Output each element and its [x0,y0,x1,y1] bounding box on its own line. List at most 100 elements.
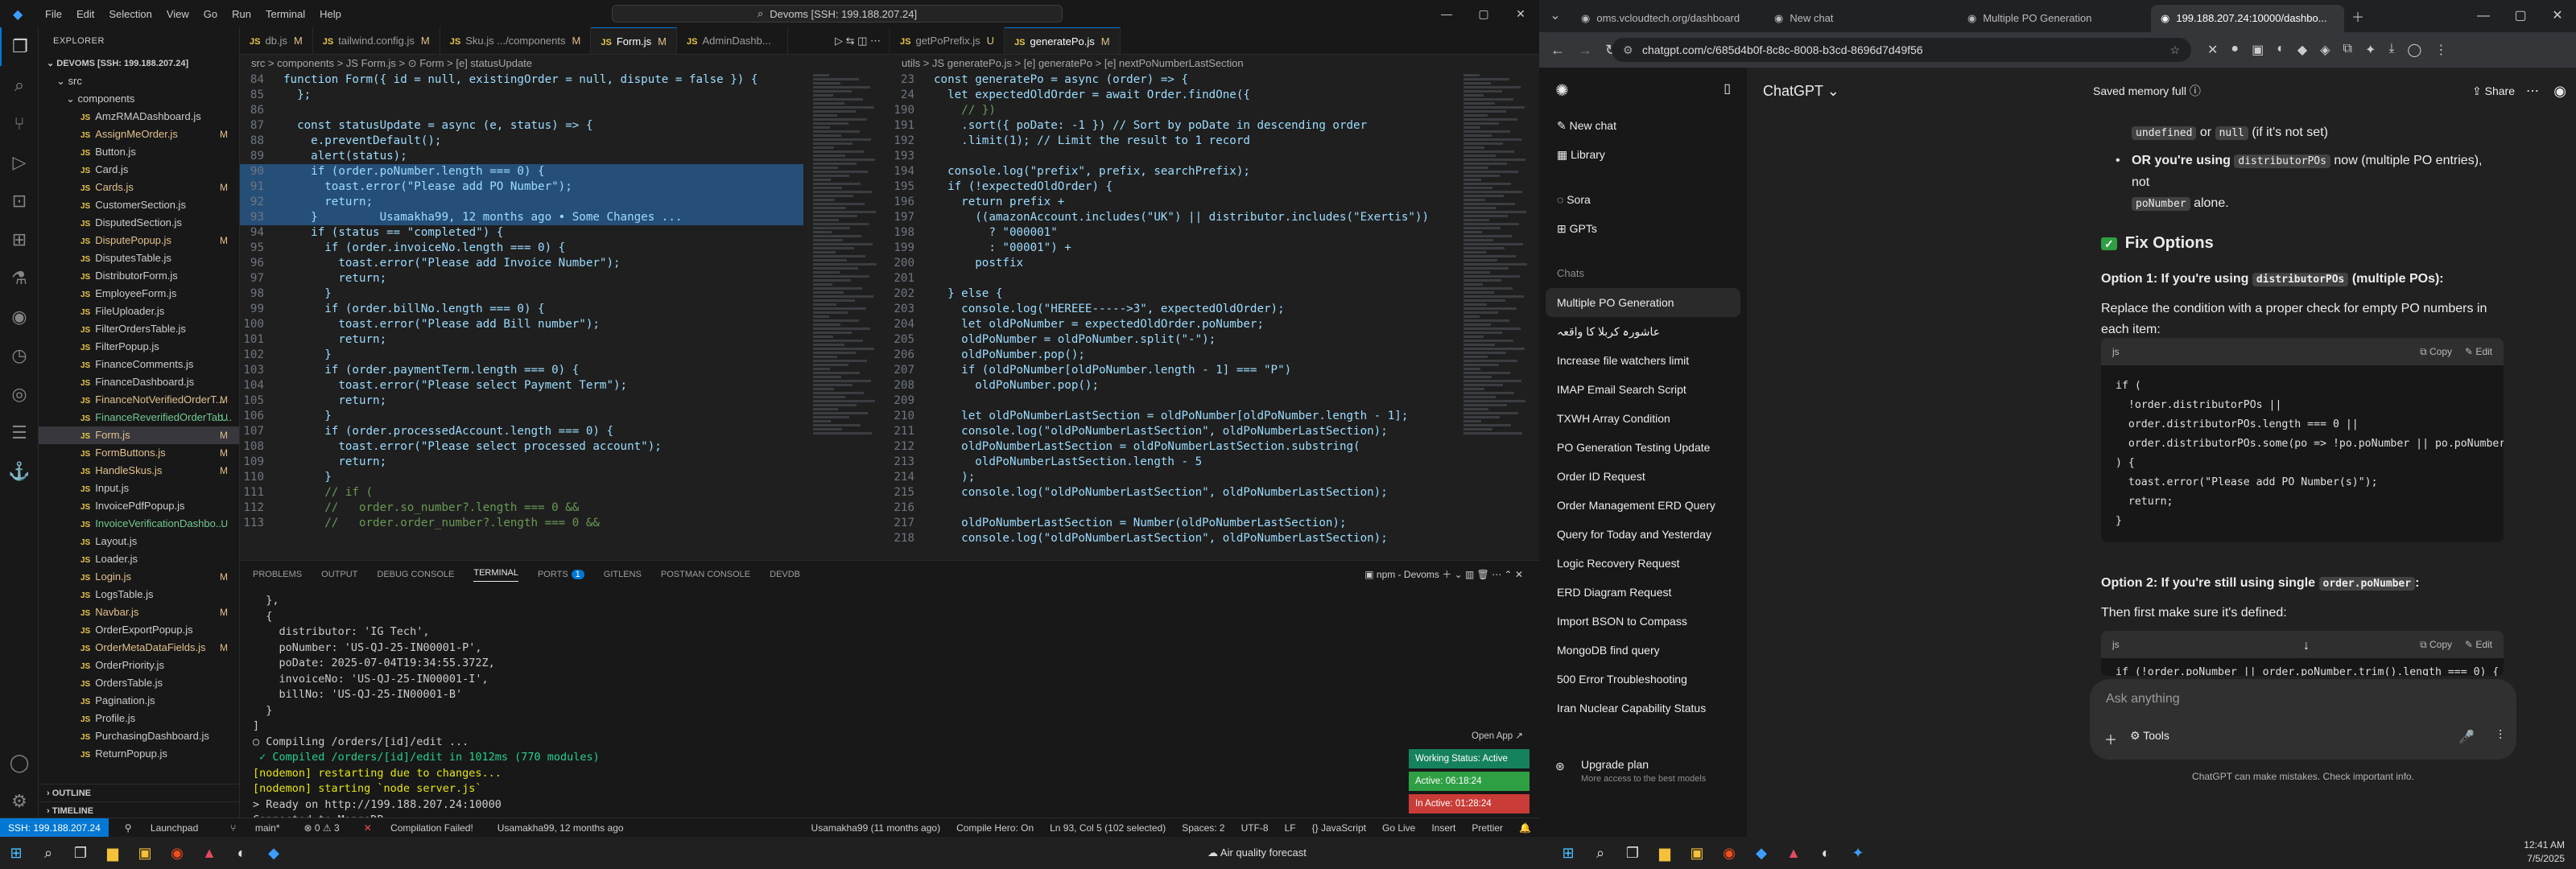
file-item[interactable]: JS FilterOrdersTable.js [39,320,239,338]
chat-history-item[interactable]: 500 Error Troubleshooting [1539,665,1747,694]
docker-icon[interactable]: ⚓ [0,452,39,491]
encoding[interactable]: UTF-8 [1241,822,1269,834]
weather-widget[interactable]: ☁ Air quality forecast [1208,846,1307,859]
taskbar-search-icon[interactable]: ⌕ [1584,837,1616,869]
menu-item-file[interactable]: File [45,8,62,20]
back-icon[interactable]: ← [1550,42,1565,59]
file-item[interactable]: JS FinanceDashboard.js [39,373,239,391]
panel-tab-problems[interactable]: PROBLEMS [253,570,302,579]
app-icon-white[interactable]: ◐ [1810,837,1842,869]
prettier[interactable]: Prettier [1472,822,1503,834]
store-icon[interactable]: ▣ [1681,837,1713,869]
command-center-search[interactable]: ⌕ Devoms [SSH: 199.188.207.24] [612,5,1063,23]
file-item[interactable]: JS Card.js [39,161,239,179]
menu-item-run[interactable]: Run [232,8,251,20]
copy-button[interactable]: ⧉ Copy [2420,338,2452,365]
edit-button[interactable]: ✎ Edit [2465,338,2492,365]
panel-tab-terminal[interactable]: TERMINAL [473,568,518,582]
app-icon-red[interactable]: ▲ [193,837,225,869]
file-item[interactable]: JS InvoicePdfPopup.js [39,497,239,515]
minimize-button[interactable]: — [1428,0,1465,27]
menu-item-edit[interactable]: Edit [76,8,94,20]
blame-item[interactable]: Usamakha99, 12 months ago [497,822,624,834]
postman-icon[interactable]: ◎ [0,375,39,414]
chat-history-item[interactable]: Query for Today and Yesterday [1539,520,1747,549]
file-item[interactable]: JS DisputedSection.js [39,214,239,232]
extension-icon[interactable]: ◆ [2297,42,2307,58]
close-button[interactable]: ✕ [2539,0,2576,32]
compilation-status[interactable]: ✕ Compilation Failed! [356,822,481,834]
file-item[interactable]: JS Cards.js M [39,179,239,196]
testing-icon[interactable]: ⚗ [0,259,39,298]
account-icon[interactable]: ◯ [0,743,39,782]
taskbar-search-icon[interactable]: ⌕ [32,837,64,869]
panel-tab-postman-console[interactable]: POSTMAN CONSOLE [661,570,750,579]
bell-icon[interactable]: 🔔 [1519,822,1531,834]
tab-search-icon[interactable]: ⌄ [1539,0,1571,32]
remote-explorer-icon[interactable]: ⊡ [0,182,39,220]
new-chat-button[interactable]: ✎ New chat [1539,111,1747,140]
branch-item[interactable]: ⑂ main* [222,822,287,834]
chat-history-item[interactable]: Import BSON to Compass [1539,607,1747,636]
plus-attach-icon[interactable]: ＋ [2104,729,2117,748]
source-control-icon[interactable]: ⑂ [0,105,39,143]
share-button[interactable]: ⇪ Share [2472,84,2515,98]
upgrade-plan-button[interactable]: ⊛ Upgrade plan More access to the best m… [1539,750,1747,798]
gpts-item[interactable]: ⊞ GPTs [1539,214,1747,243]
outline-section[interactable]: › OUTLINE [39,784,240,801]
chrome-menu-icon[interactable]: ⋮ [2434,42,2447,58]
editor-tab[interactable]: JS getPoPrefix.js U [890,27,1005,54]
file-item[interactable]: JS FilterPopup.js [39,338,239,356]
file-item[interactable]: JS FormButtons.js M [39,444,239,462]
database-icon[interactable]: ☰ [0,414,39,452]
folder-src[interactable]: ⌄ src [39,72,239,90]
file-item[interactable]: JS EmployeeForm.js [39,285,239,303]
editor-tab[interactable]: JS Sku.js .../components M [440,27,592,54]
file-item[interactable]: JS FinanceReverifiedOrderTab... U [39,409,239,426]
voice-mode-icon[interactable]: ⫶ [2499,729,2502,743]
insert-mode[interactable]: Insert [1431,822,1455,834]
extension-icon[interactable]: ⧉ [2343,42,2352,58]
extension-icon[interactable]: ◐ [2277,42,2285,58]
file-item[interactable]: JS Input.js [39,480,239,497]
explorer-icon[interactable]: ❐ [0,27,39,66]
file-item[interactable]: JS AssignMeOrder.js M [39,126,239,143]
launchpad-item[interactable]: ⚲ Launchpad [117,822,207,834]
browser-tab[interactable]: ◉ New chat [1765,5,1958,32]
chat-history-item[interactable]: PO Generation Testing Update [1539,433,1747,462]
menu-item-help[interactable]: Help [320,8,341,20]
editor-tab[interactable]: JS tailwind.config.js M [313,27,440,54]
editor-tab[interactable]: JS AdminDashb... [677,27,788,54]
copy-button[interactable]: ⧉ Copy [2420,631,2452,658]
app-icon-white[interactable]: ◐ [225,837,258,869]
file-item[interactable]: JS OrdersTable.js [39,674,239,692]
library-item[interactable]: ▦ Library [1539,140,1747,169]
file-item[interactable]: JS Loader.js [39,550,239,568]
forward-icon[interactable]: → [1578,42,1592,59]
edit-button[interactable]: ✎ Edit [2465,631,2492,658]
store-icon[interactable]: ▣ [129,837,161,869]
file-item[interactable]: JS DistributorForm.js [39,267,239,285]
browser-tab[interactable]: ◉ Multiple PO Generation [1958,5,2151,32]
run-debug-icon[interactable]: ▷ [0,143,39,182]
eol[interactable]: LF [1285,822,1296,834]
panel-tab-debug-console[interactable]: DEBUG CONSOLE [377,570,454,579]
file-item[interactable]: JS Pagination.js [39,692,239,710]
settings-gear-icon[interactable]: ⚙ [0,782,39,821]
minimize-button[interactable]: — [2465,0,2502,32]
browser-tab[interactable]: ◉ 199.188.207.24:10000/dashbo... [2151,5,2344,32]
scroll-down-icon[interactable]: ↓ [2294,634,2318,658]
folder-components[interactable]: ⌄ components [39,90,239,108]
file-item[interactable]: JS Button.js [39,143,239,161]
file-item[interactable]: JS CustomerSection.js [39,196,239,214]
chat-history-item[interactable]: Increase file watchers limit [1539,346,1747,375]
chat-history-item[interactable]: TXWH Array Condition [1539,404,1747,433]
menu-item-go[interactable]: Go [204,8,217,20]
windows-start-icon[interactable]: ⊞ [0,837,32,869]
search-view-icon[interactable]: ⌕ [0,66,39,105]
open-app-button[interactable]: Open App ↗ [1409,727,1530,746]
download-icon[interactable]: ⤓ [2388,42,2394,58]
right-code-editor[interactable]: 23 const generatePo = async (order) => {2… [890,72,1454,546]
timeline-icon[interactable]: ◷ [0,336,39,375]
file-explorer-icon[interactable]: ▆ [1649,837,1681,869]
